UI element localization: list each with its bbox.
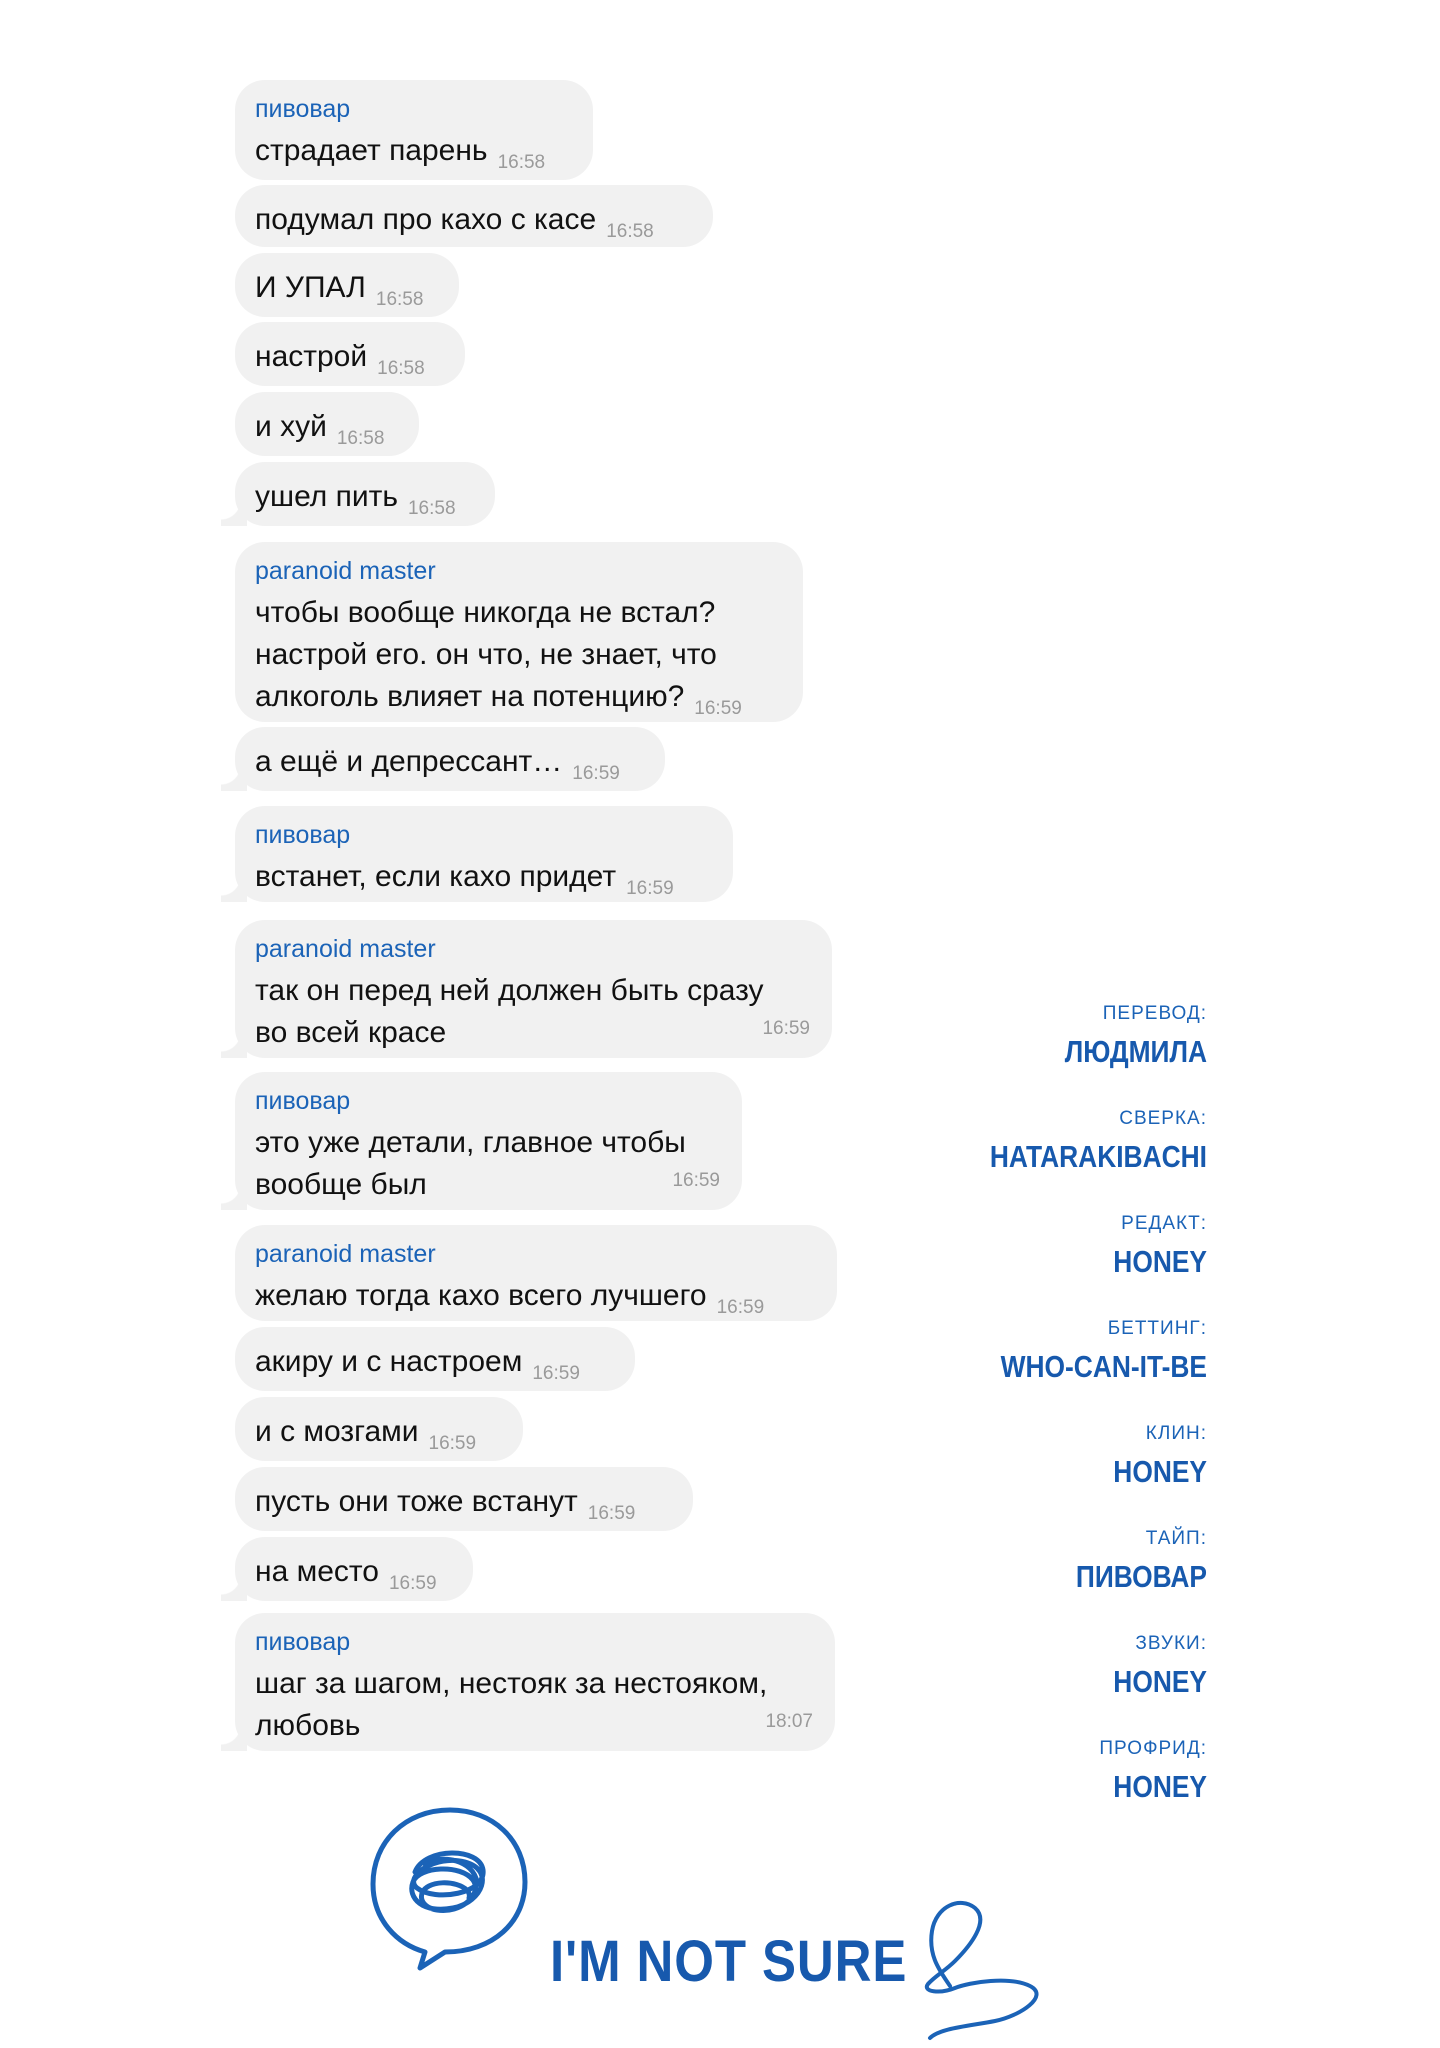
message-bubble: пивовар страдает парень 16:58: [235, 80, 593, 180]
message-time: 16:59: [716, 1297, 765, 1318]
message-bubble: и с мозгами 16:59: [235, 1397, 523, 1461]
message-text: пусть они тоже встанут: [255, 1485, 578, 1518]
credit-name: HONEY: [1113, 1454, 1207, 1489]
message-bubble: пивовар шаг за шагом, нестояк за нестояк…: [221, 1613, 835, 1751]
credits-panel: ПЕРЕВОД: ЛЮДМИЛА СВЕРКА: HATARAKIBACHI Р…: [907, 1002, 1207, 1842]
message-bubble: акиру и с настроем 16:59: [235, 1327, 635, 1391]
message-bubble: а ещё и депрессант… 16:59: [221, 727, 665, 791]
message-text: чтобы вообще никогда не встал? настрой е…: [255, 596, 717, 713]
message-time: 18:07: [765, 1711, 813, 1732]
sender-name: paranoid master: [255, 1240, 436, 1268]
sender-name: пивовар: [255, 1628, 351, 1656]
message-time: 16:59: [694, 698, 742, 719]
message-text: на место: [255, 1555, 379, 1588]
message-time: 16:59: [572, 763, 620, 784]
message-text: так он перед ней должен быть сразу во вс…: [255, 974, 764, 1049]
credit-role: РЕДАКТ:: [1121, 1213, 1207, 1234]
credit-name: HATARAKIBACHI: [989, 1139, 1207, 1174]
message-text: страдает парень: [255, 134, 488, 167]
message-text: желаю тогда кахо всего лучшего: [255, 1279, 707, 1312]
sender-name: paranoid master: [255, 935, 436, 963]
message-time: 16:58: [606, 221, 654, 242]
sender-name: пивовар: [255, 1087, 351, 1115]
message-time: 16:58: [497, 152, 546, 173]
message-time: 16:59: [762, 1018, 810, 1039]
message-bubble: и хуй 16:58: [235, 392, 419, 456]
message-time: 16:58: [375, 289, 424, 310]
message-text: настрой: [255, 340, 368, 373]
credit-role: КЛИН:: [1145, 1423, 1207, 1444]
message-time: 16:59: [672, 1170, 720, 1191]
message-bubble: подумал про кахо с касе 16:58: [235, 185, 713, 247]
credit-name: ЛЮДМИЛА: [1064, 1034, 1207, 1069]
message-bubble: на место 16:59: [221, 1537, 473, 1601]
message-time: 16:59: [532, 1363, 580, 1384]
sender-name: пивовар: [255, 95, 351, 123]
sender-name: пивовар: [255, 821, 351, 849]
message-bubble: ушел пить 16:58: [221, 462, 495, 526]
credit-role: БЕТТИНГ:: [1107, 1318, 1207, 1339]
credit-name: WHO-CAN-IT-BE: [1000, 1349, 1207, 1384]
credit-name: ПИВОВАР: [1075, 1559, 1207, 1594]
chat-log: пивовар страдает парень 16:58 подумал про…: [0, 0, 1440, 1800]
message-text: шаг за шагом, нестояк за нестояком, любо…: [255, 1667, 768, 1742]
logo-text: I'M NOT SURE: [550, 1929, 908, 1994]
credit-role: ТАЙП:: [1145, 1528, 1207, 1549]
message-text: а ещё и депрессант…: [255, 745, 563, 778]
sender-name: paranoid master: [255, 557, 436, 585]
message-bubble: пивовар это уже детали, главное чтобы во…: [221, 1072, 742, 1210]
message-time: 16:59: [428, 1433, 477, 1454]
credit-role: СВЕРКА:: [1119, 1108, 1207, 1129]
message-time: 16:59: [626, 878, 674, 899]
message-text: и хуй: [255, 410, 327, 443]
message-text: встанет, если кахо придет: [255, 860, 617, 893]
message-text: акиру и с настроем: [255, 1345, 523, 1378]
credit-name: HONEY: [1113, 1664, 1207, 1699]
message-bubble: пивовар встанет, если кахо придет 16:59: [221, 806, 733, 902]
team-logo: I'M NOT SURE: [0, 1780, 1440, 2048]
message-time: 16:58: [407, 498, 456, 519]
scribble-speech-bubble-icon: [370, 1807, 528, 1971]
message-bubble: paranoid master так он перед ней должен …: [221, 920, 832, 1058]
message-bubble: paranoid master желаю тогда кахо всего л…: [235, 1225, 837, 1321]
squiggle-line-icon: [924, 1901, 1039, 2040]
credit-name: HONEY: [1113, 1244, 1207, 1279]
message-time: 16:58: [377, 358, 425, 379]
credit-role: ПЕРЕВОД:: [1102, 1003, 1207, 1024]
message-bubble: И УПАЛ 16:58: [235, 253, 459, 317]
message-bubble: paranoid master чтобы вообще никогда не …: [235, 542, 803, 722]
credit-role: ЗВУКИ:: [1135, 1633, 1207, 1654]
message-bubble: пусть они тоже встанут 16:59: [235, 1467, 693, 1531]
message-text: это уже детали, главное чтобы вообще был: [255, 1126, 686, 1201]
message-time: 16:58: [336, 428, 385, 449]
message-text: подумал про кахо с касе: [255, 203, 597, 236]
message-time: 16:59: [388, 1573, 437, 1594]
message-text: И УПАЛ: [255, 271, 366, 304]
message-text: ушел пить: [255, 480, 398, 513]
credit-role: ПРОФРИД:: [1099, 1738, 1207, 1759]
message-time: 16:59: [587, 1503, 636, 1524]
message-bubble: настрой 16:58: [235, 322, 465, 386]
message-text: и с мозгами: [255, 1415, 419, 1448]
